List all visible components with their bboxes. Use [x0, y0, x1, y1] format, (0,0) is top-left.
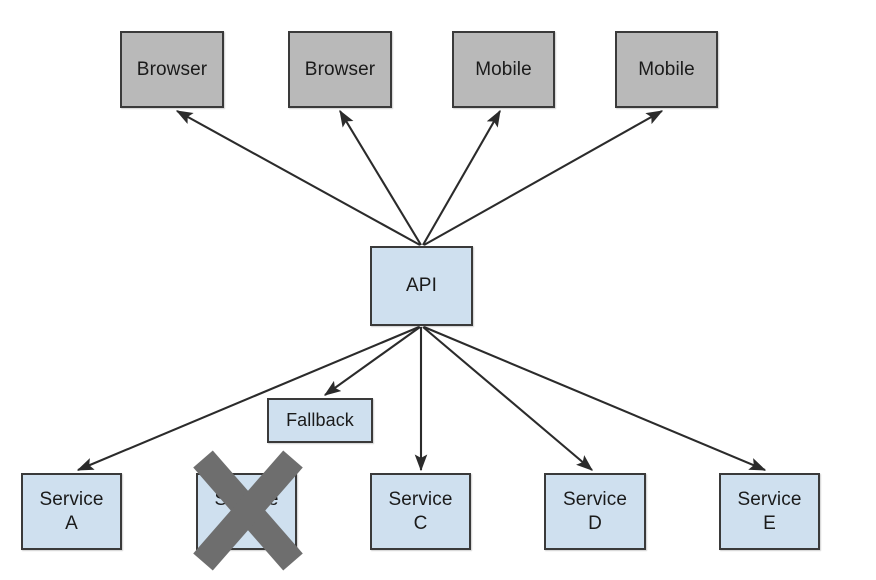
- client-node-mobile-2[interactable]: Mobile: [615, 31, 718, 108]
- edge-api-to-browser-1: [175, 110, 421, 246]
- diagram-canvas: Browser Browser Mobile Mobile API Fallba…: [0, 0, 876, 580]
- client-node-label: Mobile: [475, 58, 532, 80]
- client-node-browser-2[interactable]: Browser: [288, 31, 392, 108]
- service-node-label: Service C: [388, 489, 453, 534]
- edge-api-to-browser-2: [339, 109, 422, 246]
- service-node-b[interactable]: Service B: [196, 473, 297, 550]
- service-node-label: Service A: [39, 489, 104, 534]
- service-node-d[interactable]: Service D: [544, 473, 646, 550]
- client-node-mobile-1[interactable]: Mobile: [452, 31, 555, 108]
- service-node-a[interactable]: Service A: [21, 473, 122, 550]
- client-node-label: Mobile: [638, 58, 695, 80]
- edge-api-to-service-e: [423, 326, 767, 471]
- service-node-label: Service B: [214, 489, 279, 534]
- service-node-label: Service E: [737, 489, 802, 534]
- edge-api-to-mobile-2: [423, 110, 664, 246]
- api-node-label: API: [406, 275, 437, 297]
- fallback-node-label: Fallback: [286, 409, 354, 430]
- service-node-label: Service D: [562, 489, 628, 534]
- service-node-e[interactable]: Service E: [719, 473, 820, 550]
- client-node-browser-1[interactable]: Browser: [120, 31, 224, 108]
- edge-api-to-service-d: [422, 326, 593, 471]
- client-node-label: Browser: [136, 58, 208, 80]
- client-node-label: Browser: [304, 58, 376, 80]
- api-node[interactable]: API: [370, 246, 473, 326]
- service-node-c[interactable]: Service C: [370, 473, 471, 550]
- fallback-node[interactable]: Fallback: [267, 398, 373, 443]
